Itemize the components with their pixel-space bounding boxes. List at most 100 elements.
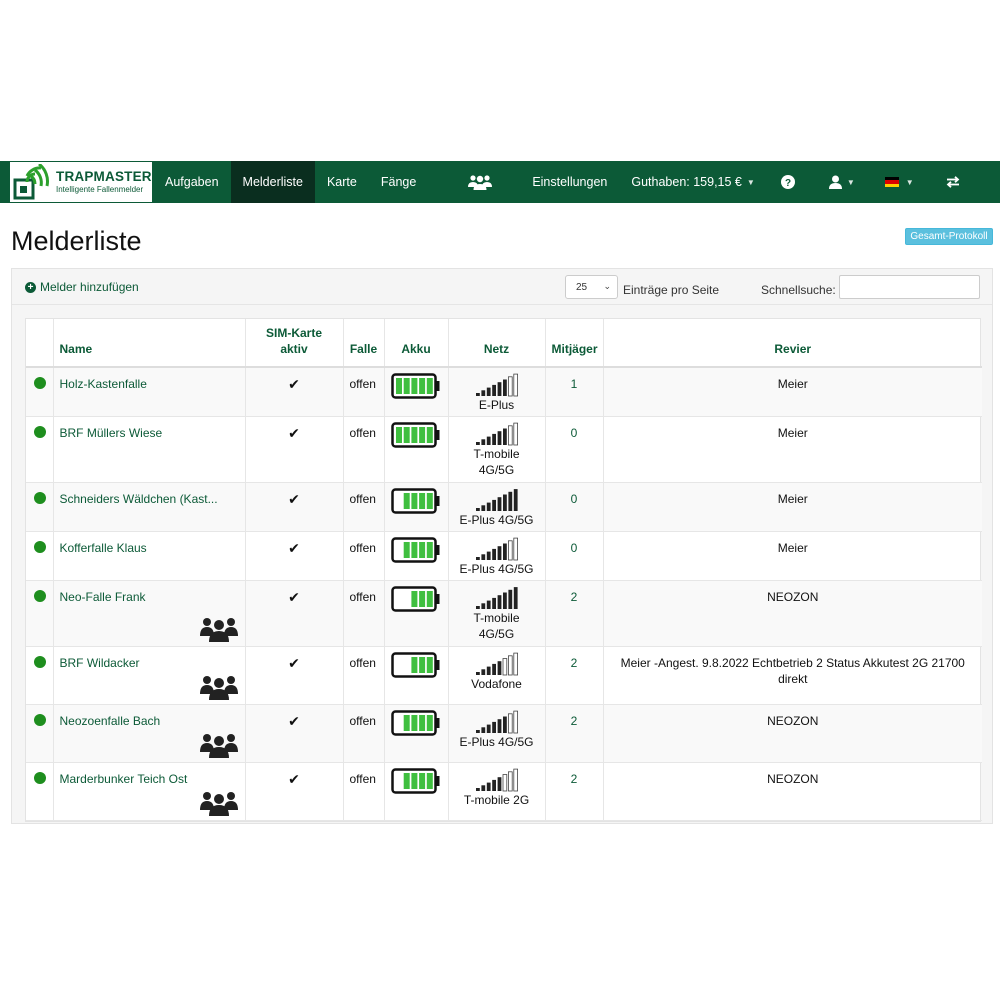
table-row[interactable]: Kofferfalle Klaus ✔ offen E-Plus 4G/5G 0 Meie… — [26, 531, 982, 581]
signal-strength-icon — [475, 710, 518, 733]
netz-label: 4G/5G — [478, 626, 515, 641]
nav-melderliste[interactable]: Melderliste — [230, 161, 315, 203]
mitjaeger-header[interactable]: Mitjäger — [545, 319, 604, 368]
sim-active-check-icon: ✔ — [288, 376, 300, 392]
mitjaeger-cell: 0 — [545, 482, 604, 532]
top-navbar: TRAPMASTER Intelligente Fallenmelder Auf… — [0, 161, 1000, 203]
battery-icon — [391, 536, 440, 563]
nav-faenge[interactable]: Fänge — [369, 161, 428, 203]
per-page-select[interactable]: 25 ⌄ — [565, 275, 618, 299]
akku-cell — [384, 367, 449, 417]
table-row[interactable]: BRF Müllers Wiese ✔ offen T-mobile 4G/5G 0 Mei… — [26, 416, 982, 483]
german-flag-icon — [884, 177, 899, 187]
nav-einstellungen[interactable]: Einstellungen — [520, 161, 619, 203]
revier-name: Meier -Angest. 9.8.2022 Echtbetrieb 2 St… — [620, 655, 965, 686]
netz-label: T-mobile — [473, 610, 520, 625]
status-cell — [26, 704, 54, 763]
sim-cell: ✔ — [245, 531, 344, 581]
revier-name: Meier — [777, 491, 808, 506]
melder-name-link[interactable]: Marderbunker Teich Ost — [60, 771, 244, 787]
name-header[interactable]: Name — [53, 319, 246, 368]
netz-cell: E-Plus — [448, 367, 546, 417]
table-row[interactable]: Neozoenfalle Bach ✔ offen E-Plus 4G/5G 2 NEOZ… — [26, 704, 982, 763]
gesamt-protokoll-button[interactable]: Gesamt-Protokoll — [905, 228, 993, 245]
revier-name: Meier — [777, 540, 808, 555]
nav-help[interactable]: ? — [767, 161, 809, 203]
sim-active-check-icon: ✔ — [288, 490, 300, 507]
mitjaeger-count-link[interactable]: 2 — [571, 590, 578, 604]
melder-name-link[interactable]: Schneiders Wäldchen (Kast... — [60, 491, 244, 507]
status-cell — [26, 416, 54, 483]
netz-header[interactable]: Netz — [448, 319, 546, 368]
mitjaeger-cell: 2 — [545, 704, 604, 763]
falle-status: offen — [349, 655, 376, 670]
akku-cell — [384, 646, 449, 705]
mitjaeger-count-link[interactable]: 2 — [571, 656, 578, 670]
table-row[interactable]: Neo-Falle Frank ✔ offen T-mobile 4G/5G 2 NEOZO… — [26, 580, 982, 647]
mitjaeger-cell: 2 — [545, 646, 604, 705]
mitjaeger-count-link[interactable]: 0 — [571, 541, 578, 555]
nav-team[interactable] — [428, 161, 520, 203]
sim-cell: ✔ — [245, 367, 344, 417]
signal-strength-icon — [475, 373, 518, 397]
signal-strength-icon — [475, 586, 518, 609]
trapmaster-logo[interactable]: TRAPMASTER Intelligente Fallenmelder — [9, 161, 153, 203]
mitjaeger-count-link[interactable]: 0 — [571, 426, 578, 440]
melder-name-link[interactable]: BRF Wildacker — [60, 655, 244, 671]
melder-name-link[interactable]: Kofferfalle Klaus — [60, 540, 244, 556]
nav-karte[interactable]: Karte — [315, 161, 369, 203]
melder-name-link[interactable]: Holz-Kastenfalle — [60, 376, 244, 392]
sim-cell: ✔ — [245, 762, 344, 821]
falle-status: offen — [349, 589, 376, 604]
revier-cell: NEOZON — [603, 580, 982, 647]
sim-header[interactable]: SIM-Karte aktiv — [245, 319, 344, 368]
mitjaeger-count-link[interactable]: 2 — [571, 714, 578, 728]
revier-name: NEOZON — [767, 589, 819, 604]
falle-cell: offen — [343, 482, 385, 532]
mitjaeger-count-link[interactable]: 2 — [571, 772, 578, 786]
status-dot-icon — [34, 425, 46, 438]
revier-name: Meier — [777, 377, 808, 391]
netz-cell: T-mobile 4G/5G — [448, 580, 546, 647]
mitjaeger-count-link[interactable]: 1 — [571, 377, 578, 391]
nav-language[interactable]: ▼ — [875, 161, 924, 203]
akku-cell — [384, 762, 449, 821]
table-row[interactable]: Marderbunker Teich Ost ✔ offen T-mobile 2G 2… — [26, 762, 982, 821]
nav-user-menu[interactable]: ▼ — [809, 161, 875, 203]
nav-guthaben[interactable]: Guthaben: 159,15 € ▼ — [619, 161, 766, 203]
melder-name-link[interactable]: BRF Müllers Wiese — [60, 425, 244, 441]
battery-icon — [391, 651, 440, 678]
revier-cell: Meier — [603, 482, 982, 532]
netz-label: T-mobile — [473, 446, 520, 461]
akku-cell — [384, 531, 449, 581]
falle-cell: offen — [343, 580, 385, 647]
sim-active-check-icon: ✔ — [288, 424, 300, 441]
status-cell — [26, 367, 54, 417]
revier-name: NEOZON — [767, 713, 819, 728]
status-dot-icon — [34, 713, 46, 726]
falle-header[interactable]: Falle — [343, 319, 385, 368]
revier-header[interactable]: Revier — [603, 319, 982, 368]
add-melder-button[interactable]: + Melder hinzufügen — [25, 280, 139, 294]
table-row[interactable]: BRF Wildacker ✔ offen Vodafone 2 Meier -Anges… — [26, 646, 982, 705]
sim-cell: ✔ — [245, 580, 344, 647]
netz-label: 4G/5G — [478, 462, 515, 477]
akku-header[interactable]: Akku — [384, 319, 449, 368]
name-cell: Kofferfalle Klaus — [53, 531, 246, 581]
nav-aufgaben[interactable]: Aufgaben — [153, 161, 231, 203]
battery-icon — [391, 373, 440, 399]
melder-name-link[interactable]: Neozoenfalle Bach — [60, 713, 244, 729]
mitjaeger-count-link[interactable]: 0 — [571, 492, 578, 506]
name-cell: BRF Wildacker — [53, 646, 246, 705]
nav-switch[interactable] — [924, 161, 982, 203]
table-row[interactable]: Schneiders Wäldchen (Kast... ✔ offen E-Plus… — [26, 482, 982, 532]
melder-name-link[interactable]: Neo-Falle Frank — [60, 589, 244, 605]
signal-strength-icon — [475, 422, 518, 445]
sim-active-check-icon: ✔ — [288, 539, 300, 556]
table-row[interactable]: Holz-Kastenfalle ✔ offen E-Plus 1 Meier — [26, 367, 982, 417]
search-input[interactable] — [839, 275, 980, 299]
brand-title: TRAPMASTER — [56, 169, 152, 185]
status-dot-icon — [34, 655, 46, 668]
netz-label: T-mobile 2G — [463, 792, 530, 807]
chevron-down-icon: ▼ — [905, 177, 914, 187]
